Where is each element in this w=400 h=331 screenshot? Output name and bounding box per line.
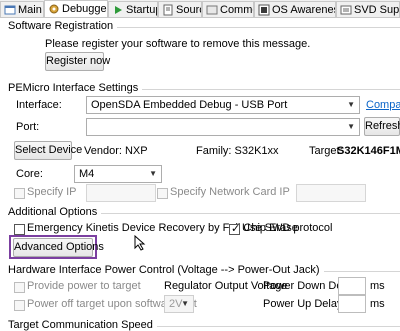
interface-settings-title: PEMicro Interface Settings	[8, 82, 143, 94]
additional-options-title: Additional Options	[8, 206, 102, 218]
tab-source-label: Source	[176, 4, 201, 16]
emergency-recovery-checkbox[interactable]	[14, 224, 25, 235]
specify-ip-checkbox[interactable]	[14, 188, 25, 199]
tab-debugger-label: Debugger	[62, 3, 108, 15]
power-up-delay-field[interactable]	[338, 295, 366, 313]
common-icon	[206, 4, 218, 16]
provide-power-checkbox[interactable]	[14, 282, 25, 293]
network-card-ip-field[interactable]	[296, 184, 366, 202]
chevron-down-icon: ▼	[347, 100, 355, 109]
tab-source[interactable]: Source	[158, 1, 202, 17]
target-value: S32K146F1M0M	[337, 145, 400, 157]
tab-svd-support-label: SVD Support	[354, 4, 400, 16]
os-awareness-icon	[258, 4, 270, 16]
power-control-title: Hardware Interface Power Control (Voltag…	[8, 264, 324, 276]
power-up-unit: ms	[370, 298, 385, 310]
core-select-value: M4	[79, 168, 95, 180]
registration-message: Please register your software to remove …	[45, 38, 311, 50]
startup-play-icon	[112, 4, 124, 16]
communication-speed-title: Target Communication Speed	[8, 319, 157, 331]
port-select[interactable]: ▼	[86, 118, 360, 136]
voltage-select[interactable]: 2V ▼	[164, 295, 194, 313]
tab-svd-support[interactable]: SVD Support	[336, 1, 400, 17]
vendor-text: Vendor: NXP	[84, 145, 148, 157]
mouse-cursor-icon	[134, 234, 146, 254]
svd-support-icon	[340, 4, 352, 16]
debugger-gear-icon	[48, 3, 60, 15]
core-label: Core:	[16, 168, 43, 180]
tab-startup-label: Startup	[126, 4, 158, 16]
refresh-button[interactable]: Refresh	[364, 117, 400, 136]
tab-common[interactable]: Common	[202, 1, 254, 17]
tab-common-label: Common	[220, 4, 253, 16]
launch-config-tabbar: Main Debugger Startup Source Common OS A…	[0, 0, 400, 18]
advanced-options-button[interactable]: Advanced Options	[13, 238, 104, 257]
specify-network-card-checkbox[interactable]	[157, 188, 168, 199]
compatible-hardware-link[interactable]: Compati	[366, 99, 400, 111]
tab-startup[interactable]: Startup	[108, 1, 158, 17]
power-down-unit: ms	[370, 280, 385, 292]
main-tab-icon	[4, 4, 16, 16]
source-icon	[162, 4, 174, 16]
checkmark-icon: ✓	[231, 223, 241, 235]
tab-main[interactable]: Main	[0, 1, 44, 17]
specify-network-card-label: Specify Network Card IP	[170, 186, 290, 198]
interface-select-value: OpenSDA Embedded Debug - USB Port	[91, 99, 288, 111]
specify-ip-field[interactable]	[86, 184, 156, 202]
port-label: Port:	[16, 121, 40, 133]
power-down-delay-field[interactable]	[338, 277, 366, 295]
chevron-down-icon: ▼	[347, 122, 355, 131]
power-up-delay-label: Power Up Delay	[263, 298, 343, 310]
core-select[interactable]: M4 ▼	[74, 165, 162, 183]
tab-main-label: Main	[18, 4, 42, 16]
chevron-down-icon: ▼	[181, 299, 189, 308]
family-text: Family: S32K1xx	[196, 145, 279, 157]
provide-power-label: Provide power to target	[27, 280, 141, 292]
registration-group-title: Software Registration	[8, 20, 118, 32]
interface-label: Interface:	[16, 99, 62, 111]
specify-ip-label: Specify IP	[27, 186, 77, 198]
tab-os-awareness-label: OS Awareness	[272, 4, 335, 16]
interface-select[interactable]: OpenSDA Embedded Debug - USB Port ▼	[86, 96, 360, 114]
tab-os-awareness[interactable]: OS Awareness	[254, 1, 336, 17]
use-swd-label: Use SWD protocol	[242, 222, 333, 234]
select-device-button[interactable]: Select Device	[14, 141, 82, 160]
chevron-down-icon: ▼	[149, 169, 157, 178]
power-off-on-exit-checkbox[interactable]	[14, 300, 25, 311]
register-now-button[interactable]: Register now	[45, 52, 110, 71]
tab-debugger[interactable]: Debugger	[44, 0, 108, 17]
use-swd-checkbox[interactable]: ✓	[229, 223, 241, 235]
